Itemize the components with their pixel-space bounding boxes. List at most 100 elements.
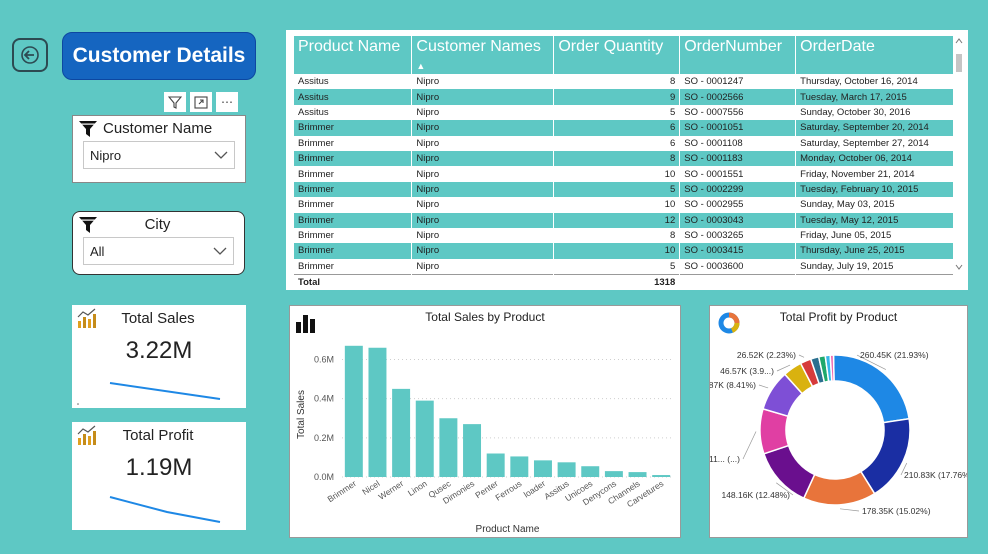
- table-scrollbar[interactable]: [954, 38, 964, 274]
- bar[interactable]: [557, 462, 576, 477]
- table-row[interactable]: Brimmer Nipro 10 SO - 0001551 Friday, Novemb…: [294, 166, 954, 182]
- bar[interactable]: [604, 471, 623, 477]
- profit-by-product-chart: Total Profit by Product 260.45K (21.93%)…: [709, 305, 968, 538]
- table-cell: 5: [553, 181, 681, 198]
- slice-label: 260.45K (21.93%): [860, 350, 929, 360]
- y-tick-label: 0.4M: [314, 394, 334, 404]
- bar[interactable]: [463, 424, 482, 477]
- funnel-icon: [79, 216, 97, 233]
- table-row[interactable]: Brimmer Nipro 8 SO - 0003265 Friday, June 05…: [294, 227, 954, 244]
- table-cell: Brimmer: [294, 120, 413, 136]
- table-row[interactable]: Brimmer Nipro 8 SO - 0001183 Monday, October…: [294, 150, 954, 167]
- bar[interactable]: [628, 472, 647, 477]
- dropdown-value: All: [90, 243, 105, 259]
- table-cell: Brimmer: [294, 212, 413, 228]
- table-cell: SO - 0003415: [679, 243, 797, 259]
- table-cell: Brimmer: [294, 150, 413, 167]
- arrow-left-icon: [21, 46, 39, 64]
- leader-line: [776, 364, 791, 372]
- table-cell: 10: [553, 166, 681, 182]
- bar[interactable]: [415, 400, 434, 477]
- table-cell: SO - 0007556: [679, 104, 797, 121]
- more-options-icon[interactable]: ⋯: [216, 92, 238, 112]
- table-cell: Nipro: [411, 258, 555, 275]
- scroll-up-icon[interactable]: [955, 38, 963, 44]
- column-header[interactable]: Order Quantity: [553, 36, 681, 74]
- bar[interactable]: [344, 345, 363, 477]
- table-cell: 5: [553, 258, 681, 275]
- bar[interactable]: [581, 466, 600, 477]
- bar[interactable]: [652, 475, 671, 477]
- table-row[interactable]: Brimmer Nipro 6 SO - 0001051 Saturday, Septe…: [294, 120, 954, 136]
- bar[interactable]: [486, 453, 505, 478]
- table-row[interactable]: Brimmer Nipro 10 SO - 0002955 Sunday, May 03…: [294, 197, 954, 213]
- table-row[interactable]: Assitus Nipro 5 SO - 0007556 Sunday, October…: [294, 104, 954, 121]
- table-row[interactable]: Assitus Nipro 8 SO - 0001247 Thursday, Octob…: [294, 74, 954, 90]
- customer-name-slicer: Customer Name Nipro: [72, 115, 246, 183]
- sales-by-product-chart: Total Sales by Product 0.0M 0.2M 0.4M 0.6M B…: [289, 305, 681, 538]
- table-row[interactable]: Brimmer Nipro 6 SO - 0001108 Saturday, Septe…: [294, 135, 954, 151]
- bar[interactable]: [392, 388, 411, 477]
- bar[interactable]: [439, 418, 458, 477]
- orders-table-card: Product Name Customer Names ▲ Order Quant…: [286, 30, 968, 290]
- leader-line: [798, 354, 805, 358]
- table-cell: 10: [553, 197, 681, 213]
- table-cell: Friday, November 21, 2014: [795, 166, 954, 182]
- focus-mode-icon[interactable]: [190, 92, 212, 112]
- funnel-icon: [79, 120, 97, 137]
- table-cell: Tuesday, May 12, 2015: [795, 212, 954, 228]
- total-label: Total: [294, 273, 413, 290]
- x-tick-label: Brimmer: [326, 478, 359, 504]
- table-cell: Tuesday, March 17, 2015: [795, 89, 954, 105]
- chart-trend-icon: [77, 308, 96, 328]
- table-row[interactable]: Brimmer Nipro 5 SO - 0002299 Tuesday, Februa…: [294, 181, 954, 198]
- slice-label: 26.52K (2.23%): [737, 350, 796, 360]
- kpi-value: 3.22M: [125, 337, 193, 364]
- column-header[interactable]: OrderNumber: [679, 36, 797, 74]
- table-row[interactable]: Brimmer Nipro 10 SO - 0003415 Thursday, June…: [294, 243, 954, 259]
- table-total-row: Total 1318: [294, 273, 954, 290]
- kpi-value: 1.19M: [125, 454, 193, 481]
- sales-trend-line: [77, 382, 221, 405]
- column-header[interactable]: Customer Names ▲: [411, 36, 555, 74]
- table-cell: 6: [553, 135, 681, 151]
- table-cell: Nipro: [411, 104, 555, 121]
- back-button[interactable]: [12, 38, 48, 72]
- table-cell: Nipro: [411, 120, 555, 136]
- column-header[interactable]: Product Name: [294, 36, 413, 74]
- table-cell: Saturday, September 20, 2014: [795, 120, 954, 136]
- total-sales-card: Total Sales 3.22M: [72, 305, 246, 408]
- table-cell: Friday, June 05, 2015: [795, 227, 954, 244]
- chevron-down-icon: [214, 151, 228, 159]
- slice-label: 99.87K (8.41%): [710, 380, 756, 390]
- x-tick-label: Ferrous: [493, 478, 523, 502]
- table-cell: Sunday, October 30, 2016: [795, 104, 954, 121]
- table-cell: SO - 0002566: [679, 89, 797, 105]
- slice-label: 178.35K (15.02%): [862, 506, 931, 516]
- bar[interactable]: [533, 460, 552, 477]
- scrollbar-thumb[interactable]: [956, 54, 962, 72]
- chart-trend-icon: [77, 425, 96, 445]
- table-cell: Brimmer: [294, 135, 413, 151]
- city-dropdown[interactable]: All: [83, 237, 234, 265]
- table-cell: Assitus: [294, 74, 413, 90]
- leader-line: [839, 508, 860, 512]
- donut-slice[interactable]: [832, 354, 910, 424]
- leader-line: [742, 431, 757, 460]
- table-row[interactable]: Assitus Nipro 9 SO - 0002566 Tuesday, March …: [294, 89, 954, 105]
- bar[interactable]: [510, 456, 529, 477]
- y-tick-label: 0.2M: [314, 433, 334, 443]
- table-cell: 6: [553, 120, 681, 136]
- dropdown-value: Nipro: [90, 147, 122, 163]
- column-header[interactable]: OrderDate: [795, 36, 954, 74]
- bar[interactable]: [368, 347, 387, 477]
- scroll-down-icon[interactable]: [955, 264, 963, 270]
- filter-icon[interactable]: [164, 92, 186, 112]
- chevron-down-icon: [213, 247, 227, 255]
- y-axis-label: Total Sales: [296, 390, 307, 439]
- table-row[interactable]: Brimmer Nipro 5 SO - 0003600 Sunday, July 19…: [294, 258, 954, 275]
- page-title-button[interactable]: Customer Details: [62, 32, 256, 80]
- customer-name-dropdown[interactable]: Nipro: [83, 141, 235, 169]
- table-row[interactable]: Brimmer Nipro 12 SO - 0003043 Tuesday, May 1…: [294, 212, 954, 228]
- slicer-label: City: [144, 216, 171, 233]
